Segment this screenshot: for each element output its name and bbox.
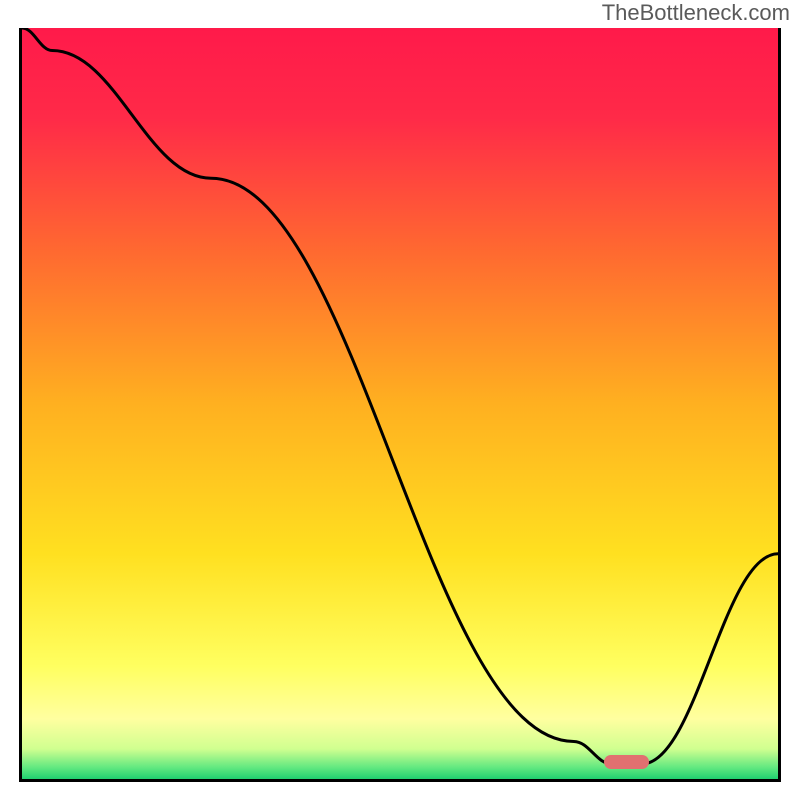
chart-container: TheBottleneck.com: [0, 0, 800, 800]
optimal-marker: [604, 755, 649, 769]
curve-line: [22, 28, 778, 779]
plot-area: [19, 28, 781, 782]
watermark-text: TheBottleneck.com: [602, 0, 790, 26]
